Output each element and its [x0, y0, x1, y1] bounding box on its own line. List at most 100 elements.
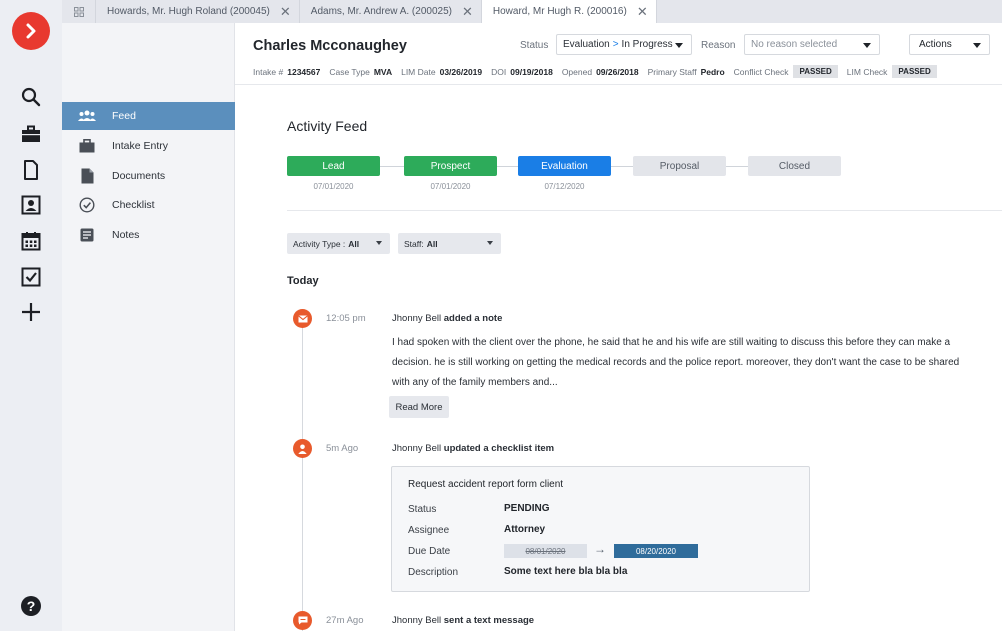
sidebar-item-notes[interactable]: Notes	[62, 221, 235, 249]
description-label: Description	[408, 567, 459, 578]
actions-label: Actions	[919, 39, 952, 50]
sidebar-item-label: Checklist	[112, 199, 155, 211]
new-due-date: 08/20/2020	[614, 544, 698, 558]
sidebar-item-label: Documents	[112, 170, 166, 182]
intake-value: 1234567	[287, 66, 321, 77]
chat-icon	[293, 611, 312, 630]
stage-evaluation[interactable]: Evaluation	[518, 156, 611, 176]
conflict-check-label: Conflict Check	[733, 66, 789, 77]
sidebar-item-label: Intake Entry	[112, 140, 169, 152]
activity-action: updated a checklist item	[443, 443, 555, 454]
due-date-label: Due Date	[408, 546, 451, 557]
reason-label: Reason	[701, 40, 736, 51]
stage-connector	[611, 166, 633, 167]
filter-label: Activity Type :	[293, 238, 346, 249]
activity-action: sent a text message	[443, 615, 535, 626]
lim-check-badge: PASSED	[892, 65, 937, 78]
activity-type-filter[interactable]: Activity Type : All	[287, 233, 390, 254]
chevron-down-icon	[863, 43, 871, 48]
document-icon[interactable]	[19, 158, 43, 182]
stage-date: 07/01/2020	[313, 182, 354, 191]
status-select[interactable]: Evaluation > In Progress	[556, 34, 692, 55]
sidebar-item-documents[interactable]: Documents	[62, 162, 235, 190]
close-icon[interactable]: ✕	[280, 5, 291, 18]
sidebar: Feed Intake Entry Documents Checklist No…	[62, 23, 235, 631]
staff-filter[interactable]: Staff: All	[398, 233, 501, 254]
activity-actor: Jhonny Bell	[392, 615, 442, 626]
stage-lead[interactable]: Lead	[287, 156, 380, 176]
assignee-value: Attorney	[504, 524, 546, 535]
activity-actor: Jhonny Bell	[392, 313, 442, 324]
tab-label: Howard, Mr Hugh R. (200016)	[492, 6, 627, 17]
activity-title: Jhonny Bell updated a checklist item	[392, 443, 554, 454]
actions-button[interactable]: Actions	[909, 34, 990, 55]
calendar-icon[interactable]	[19, 229, 43, 253]
search-icon[interactable]	[19, 85, 43, 109]
stage-connector	[497, 166, 518, 167]
activity-time: 12:05 pm	[326, 313, 366, 324]
close-icon[interactable]: ✕	[462, 5, 473, 18]
read-more-button[interactable]: Read More	[389, 396, 449, 418]
activity-actor: Jhonny Bell	[392, 443, 442, 454]
filter-value: All	[348, 238, 360, 249]
stage-proposal[interactable]: Proposal	[633, 156, 726, 176]
help-icon[interactable]: ?	[21, 596, 41, 616]
tab-case-200045[interactable]: Howards, Mr. Hugh Roland (200045) ✕	[96, 0, 300, 23]
tab-label: Adams, Mr. Andrew A. (200025)	[310, 6, 452, 17]
primary-staff-label: Primary Staff	[647, 66, 697, 77]
sidebar-item-label: Feed	[112, 110, 136, 122]
app-logo[interactable]	[12, 12, 50, 50]
stage-closed[interactable]: Closed	[748, 156, 841, 176]
filter-value: All	[426, 238, 438, 249]
filter-label: Staff:	[404, 238, 424, 249]
activity-title: Jhonny Bell added a note	[392, 313, 502, 324]
sidebar-item-checklist[interactable]: Checklist	[62, 191, 235, 219]
status-to: In Progress	[621, 39, 673, 50]
reason-placeholder: No reason selected	[751, 39, 838, 50]
status-separator: >	[612, 39, 619, 50]
conflict-check-badge: PASSED	[793, 65, 838, 78]
status-value: PENDING	[504, 503, 550, 514]
case-meta: Intake #1234567 Case Type MVA LIM Date 03/…	[253, 65, 946, 78]
activity-time: 5m Ago	[326, 443, 359, 454]
chevron-down-icon	[376, 241, 382, 245]
activity-time: 27m Ago	[326, 615, 364, 626]
doi-value: 09/19/2018	[510, 66, 553, 77]
user-icon	[293, 439, 312, 458]
grid-icon[interactable]	[62, 0, 96, 23]
arrow-right-icon: →	[594, 542, 606, 556]
reason-select[interactable]: No reason selected	[744, 34, 880, 55]
document-icon	[78, 167, 96, 185]
checklist-card[interactable]: Request accident report form client Stat…	[391, 466, 810, 592]
stage-prospect[interactable]: Prospect	[404, 156, 497, 176]
status-from: Evaluation	[563, 39, 610, 50]
divider	[287, 210, 1002, 211]
primary-staff-value: Pedro	[700, 66, 725, 77]
opened-value: 09/26/2018	[596, 66, 639, 77]
tab-case-200016[interactable]: Howard, Mr Hugh R. (200016) ✕	[481, 0, 657, 23]
tab-case-200025[interactable]: Adams, Mr. Andrew A. (200025) ✕	[300, 0, 482, 23]
notes-icon	[78, 226, 96, 244]
case-type-value: MVA	[373, 66, 393, 77]
assignee-label: Assignee	[408, 525, 450, 536]
contact-icon[interactable]	[19, 193, 43, 217]
sidebar-item-label: Notes	[112, 229, 140, 241]
close-icon[interactable]: ✕	[637, 5, 648, 18]
day-heading: Today	[287, 275, 319, 287]
tab-label: Howards, Mr. Hugh Roland (200045)	[107, 6, 270, 17]
old-due-date: 08/01/2020	[504, 544, 587, 558]
checklist-title: Request accident report form client	[408, 479, 564, 490]
app-rail: ?	[0, 0, 62, 631]
client-name: Charles Mcconaughey	[253, 38, 407, 54]
sidebar-item-feed[interactable]: Feed	[62, 102, 235, 130]
briefcase-icon[interactable]	[19, 122, 43, 146]
lim-date-label: LIM Date	[401, 66, 436, 77]
tab-strip: Howards, Mr. Hugh Roland (200045) ✕ Adam…	[62, 0, 1002, 23]
mail-icon	[293, 309, 312, 328]
intake-label: Intake #	[253, 66, 284, 77]
sidebar-item-intake-entry[interactable]: Intake Entry	[62, 132, 235, 160]
checkbox-icon[interactable]	[19, 265, 43, 289]
doi-label: DOI	[491, 66, 507, 77]
stage-date: 07/01/2020	[430, 182, 471, 191]
plus-icon[interactable]	[19, 300, 43, 324]
